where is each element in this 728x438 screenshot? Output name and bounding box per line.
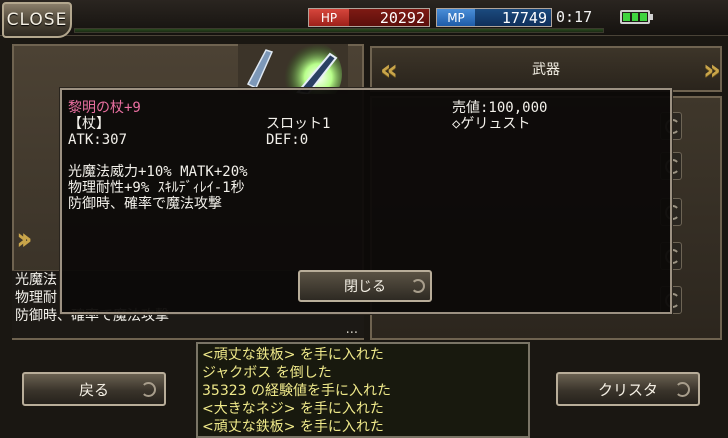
log-line: ジャクボス を倒した	[202, 365, 332, 381]
sell-price: 売値:100,000	[452, 100, 548, 116]
crysta-button-label: クリスタ	[597, 380, 658, 399]
more-indicator: ...	[345, 322, 358, 337]
hp-value: 20292	[379, 8, 425, 27]
category-next-arrow-icon[interactable]: »	[703, 53, 721, 86]
effect-line: 光魔法威力+10% MATK+20%	[68, 164, 248, 180]
swirl-icon	[141, 382, 156, 397]
mp-value: 17749	[501, 8, 547, 27]
back-button-label: 戻る	[78, 380, 109, 399]
hp-gauge: HP 20292	[308, 8, 430, 27]
category-selector: « 武器 »	[370, 46, 722, 92]
def-stat: DEF:0	[266, 132, 309, 148]
weapon-image-icon	[238, 44, 348, 94]
close-button[interactable]: CLOSE	[2, 2, 72, 38]
prev-item-arrow-icon[interactable]: ››	[16, 222, 32, 257]
message-log: <頑丈な鉄板> を手に入れた ジャクボス を倒した 35323 の経験値を手に入…	[196, 342, 530, 438]
item-type: 【杖】	[68, 116, 110, 132]
category-label: 武器	[532, 62, 560, 78]
swirl-icon	[411, 279, 425, 293]
effect-line: 防御時、確率で魔法攻撃	[68, 196, 222, 212]
item-detail-dialog: 黎明の杖+9 【杖】 スロット1 売値:100,000 ◇ゲリュスト ATK:3…	[60, 88, 672, 314]
dialog-close-label: 閉じる	[344, 279, 386, 295]
log-line: <大きなネジ> を手に入れた	[202, 401, 384, 417]
hp-label: HP	[309, 9, 349, 26]
item-name: 黎明の杖+9	[68, 100, 141, 116]
effect-line: 物理耐性+9% ｽｷﾙﾃﾞｨﾚｲ-1秒	[68, 180, 245, 196]
mp-label: MP	[437, 9, 475, 26]
dialog-close-button[interactable]: 閉じる	[298, 270, 432, 302]
crysta-button[interactable]: クリスタ	[556, 372, 700, 406]
swirl-icon	[675, 382, 690, 397]
category-prev-arrow-icon[interactable]: «	[380, 53, 398, 86]
battery-icon	[620, 10, 653, 24]
back-button[interactable]: 戻る	[22, 372, 166, 406]
log-line: <頑丈な鉄板> を手に入れた	[202, 419, 384, 435]
item-slot: スロット1	[266, 116, 331, 132]
gauge-bar	[74, 28, 604, 33]
atk-stat: ATK:307	[68, 132, 128, 148]
log-line: 35323 の経験値を手に入れた	[202, 383, 391, 399]
clock: 0:17	[556, 8, 593, 26]
mp-gauge: MP 17749	[436, 8, 552, 27]
maker-name: ◇ゲリュスト	[452, 116, 531, 132]
log-line: <頑丈な鉄板> を手に入れた	[202, 347, 384, 363]
